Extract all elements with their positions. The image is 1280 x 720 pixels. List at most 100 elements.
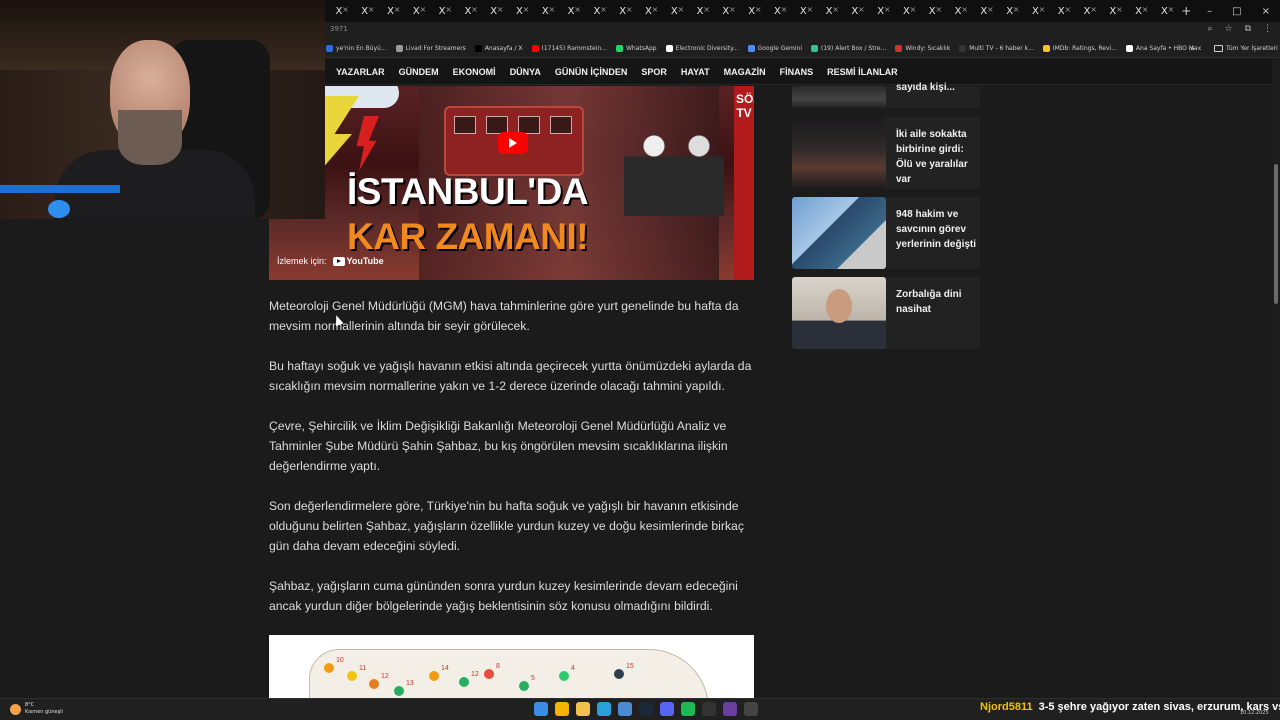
tab-close-icon[interactable]: × (858, 5, 865, 14)
browser-tab[interactable]: X × (1048, 0, 1074, 22)
news-headline[interactable]: İki aile sokakta birbirine girdi: Ölü ve… (896, 127, 980, 187)
all-bookmarks-button[interactable]: Tüm Yer İşaretleri (1214, 45, 1278, 52)
browser-tab[interactable]: X × (816, 0, 842, 22)
browser-tab[interactable]: X × (842, 0, 868, 22)
bookmark-item[interactable]: ye'nin En Büyü... (326, 45, 387, 52)
tab-close-icon[interactable]: × (497, 5, 504, 14)
windows-start-icon[interactable] (534, 702, 548, 716)
browser-tab[interactable]: X × (326, 0, 352, 22)
tab-close-icon[interactable]: × (755, 5, 762, 14)
browser-tab[interactable]: X × (584, 0, 610, 22)
browser-tab[interactable]: X × (1152, 0, 1178, 22)
news-headline[interactable]: sayıda kişi... (896, 80, 980, 95)
obs-icon[interactable] (744, 702, 758, 716)
weather-map-image[interactable]: 10 11 12 13 14 12 8 5 4 15 (269, 635, 754, 698)
sidebar-news-item[interactable]: İki aile sokakta birbirine girdi: Ölü ve… (792, 117, 980, 189)
maximize-button[interactable]: □ (1232, 6, 1241, 17)
nav-item[interactable]: DÜNYA (510, 67, 541, 77)
extensions-icon[interactable]: ⧉ (1245, 24, 1251, 34)
tab-close-icon[interactable]: × (729, 5, 736, 14)
browser-tab[interactable]: X × (636, 0, 662, 22)
tab-close-icon[interactable]: × (806, 5, 813, 14)
news-headline[interactable]: 948 hakim ve savcının görev yerlerinin d… (896, 207, 980, 252)
browser-tab[interactable]: X × (481, 0, 507, 22)
nav-item[interactable]: GÜNÜN İÇİNDEN (555, 67, 628, 77)
browser-tab[interactable]: X × (1074, 0, 1100, 22)
bookmark-item[interactable]: Electronic Diversity... (665, 45, 739, 52)
tab-close-icon[interactable]: × (523, 5, 530, 14)
tab-close-icon[interactable]: × (1013, 5, 1020, 14)
browser-tab[interactable]: X × (558, 0, 584, 22)
tab-close-icon[interactable]: × (1168, 5, 1175, 14)
epic-icon[interactable] (702, 702, 716, 716)
tab-close-icon[interactable]: × (1039, 5, 1046, 14)
nav-item[interactable]: HAYAT (681, 67, 710, 77)
browser-tab[interactable]: X × (1100, 0, 1126, 22)
news-thumbnail[interactable] (792, 86, 886, 108)
browser-tab[interactable]: X × (868, 0, 894, 22)
tab-close-icon[interactable]: × (574, 5, 581, 14)
tab-close-icon[interactable]: × (1090, 5, 1097, 14)
menu-icon[interactable]: ⋮ (1263, 24, 1272, 34)
tab-close-icon[interactable]: × (471, 5, 478, 14)
tab-close-icon[interactable]: × (394, 5, 401, 14)
tab-close-icon[interactable]: × (368, 5, 375, 14)
nav-item[interactable]: FİNANS (780, 67, 814, 77)
bookmark-item[interactable]: Livad For Streamers (395, 45, 466, 52)
news-headline[interactable]: Zorbalığa dini nasihat (896, 287, 980, 317)
bookmark-item[interactable]: Windy: Sıcaklık (895, 45, 950, 52)
tab-close-icon[interactable]: × (342, 5, 349, 14)
bookmark-item[interactable]: Multi TV - 6 haber k... (959, 45, 1034, 52)
nav-item[interactable]: RESMİ İLANLAR (827, 67, 898, 77)
browser-tab[interactable]: X × (455, 0, 481, 22)
tab-close-icon[interactable]: × (781, 5, 788, 14)
browser-tab[interactable]: X × (429, 0, 455, 22)
tab-close-icon[interactable]: × (445, 5, 452, 14)
browser-tab[interactable]: X × (403, 0, 429, 22)
browser-tab[interactable]: X × (997, 0, 1023, 22)
news-thumbnail[interactable] (792, 277, 886, 349)
browser-tab[interactable]: X × (713, 0, 739, 22)
tab-close-icon[interactable]: × (987, 5, 994, 14)
nav-item[interactable]: EKONOMİ (453, 67, 496, 77)
tab-close-icon[interactable]: × (884, 5, 891, 14)
nav-item[interactable]: MAGAZİN (724, 67, 766, 77)
tab-close-icon[interactable]: × (961, 5, 968, 14)
news-thumbnail[interactable] (792, 117, 886, 189)
play-icon[interactable] (498, 132, 528, 154)
browser-tab[interactable]: X × (1023, 0, 1049, 22)
watch-on-youtube[interactable]: İzlemek için: YouTube (277, 256, 384, 266)
star-icon[interactable]: ☆ (1224, 24, 1232, 34)
browser-tab[interactable]: X × (894, 0, 920, 22)
tab-close-icon[interactable]: × (832, 5, 839, 14)
sidebar-news-item[interactable]: sayıda kişi... (792, 82, 980, 108)
discord-icon[interactable] (660, 702, 674, 716)
bookmark-item[interactable]: WhatsApp (615, 45, 657, 52)
steam-icon[interactable] (639, 702, 653, 716)
news-thumbnail[interactable] (792, 197, 886, 269)
browser-tab[interactable]: X × (765, 0, 791, 22)
browser-tab[interactable]: X × (661, 0, 687, 22)
url-text[interactable]: 3971 (330, 25, 348, 33)
scrollbar[interactable] (1272, 59, 1280, 698)
app-icon[interactable] (618, 702, 632, 716)
app2-icon[interactable] (723, 702, 737, 716)
tab-close-icon[interactable]: × (910, 5, 917, 14)
browser-tab[interactable]: X × (352, 0, 378, 22)
tab-close-icon[interactable]: × (703, 5, 710, 14)
bookmark-item[interactable]: (17145) Rammstein... (531, 45, 607, 52)
browser-tab[interactable]: X × (1126, 0, 1152, 22)
tab-close-icon[interactable]: × (1064, 5, 1071, 14)
browser-tab[interactable]: X × (687, 0, 713, 22)
edge-icon[interactable] (597, 702, 611, 716)
bookmark-item[interactable]: IMDb: Ratings, Revi... (1042, 45, 1117, 52)
browser-tab[interactable]: X × (971, 0, 997, 22)
spotify-icon[interactable] (681, 702, 695, 716)
browser-tab[interactable]: X × (507, 0, 533, 22)
nav-item[interactable]: YAZARLAR (336, 67, 385, 77)
browser-tab[interactable]: X × (610, 0, 636, 22)
tab-close-icon[interactable]: × (652, 5, 659, 14)
nav-item[interactable]: GÜNDEM (399, 67, 439, 77)
tab-close-icon[interactable]: × (600, 5, 607, 14)
bookmark-item[interactable]: Google Gemini (747, 45, 802, 52)
